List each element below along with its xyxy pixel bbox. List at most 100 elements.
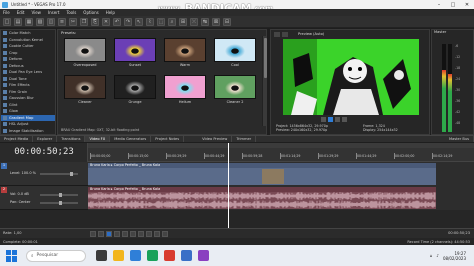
taskbar-clock[interactable]: 19:27 08/02/2023 xyxy=(443,251,466,261)
menu-view[interactable]: View xyxy=(31,10,41,15)
timeline-ruler[interactable]: 00:00:00;00 00:00:15;00 00:00:29;29 00:00:4… xyxy=(88,143,474,162)
menu-options[interactable]: Options xyxy=(83,10,98,15)
lock-envelopes-icon[interactable]: ⊠ xyxy=(212,17,220,26)
normal-edit-tool-icon[interactable]: ↖ xyxy=(135,17,143,26)
ripple-edit-icon[interactable]: ↹ xyxy=(201,17,209,26)
preview-pause-button[interactable] xyxy=(335,117,340,122)
paste-icon[interactable]: ⎘ xyxy=(91,17,99,26)
taskbar-search-input[interactable]: ⌕ Pesquisar xyxy=(26,249,86,262)
save-icon[interactable]: ▦ xyxy=(25,17,33,26)
preset-eye-preview xyxy=(214,38,256,62)
selection-tool-icon[interactable]: ⬚ xyxy=(157,17,165,26)
dock-tab[interactable]: Media Generators xyxy=(110,136,152,142)
preset-thumbnail[interactable]: Helium xyxy=(164,75,206,106)
menu-file[interactable]: File xyxy=(3,10,10,15)
minimize-button[interactable]: – xyxy=(432,2,446,8)
file-explorer-icon[interactable] xyxy=(113,250,124,261)
dock-tab[interactable]: Trimmer xyxy=(232,136,257,142)
track-number-1: 1 xyxy=(1,163,7,169)
menu-tools[interactable]: Tools xyxy=(66,10,76,15)
delete-icon[interactable]: ✕ xyxy=(102,17,110,26)
preset-thumbnail[interactable]: Grunge xyxy=(114,75,156,106)
close-button[interactable]: ✕ xyxy=(460,2,474,8)
open-icon[interactable]: ▤ xyxy=(14,17,22,26)
preset-thumbnail[interactable]: Warm xyxy=(164,38,206,69)
save-as-icon[interactable]: ▧ xyxy=(36,17,44,26)
ignore-grouping-icon[interactable]: ⊟ xyxy=(223,17,231,26)
preset-thumbnail[interactable]: Cleaner 2 xyxy=(214,75,256,106)
new-icon[interactable]: □ xyxy=(3,17,11,26)
audio-clip[interactable]: Bruna Karla ▸ Corpo Perfeito _ Bruna Kal… xyxy=(88,187,436,209)
playhead-cursor[interactable] xyxy=(228,143,229,228)
audio-track-lane[interactable]: Bruna Karla ▸ Corpo Perfeito _ Bruna Kal… xyxy=(88,186,474,210)
cut-icon[interactable]: ✂ xyxy=(69,17,77,26)
preview-split-button[interactable] xyxy=(282,31,288,37)
video-clip[interactable]: Bruna Karla ▸ Corpo Perfeito _ Bruna Kal… xyxy=(88,163,436,185)
bandicam-icon[interactable] xyxy=(164,250,175,261)
edge-browser-icon[interactable] xyxy=(130,250,141,261)
video-level-slider[interactable] xyxy=(40,172,78,176)
ruler-label: 00:01:44;29 xyxy=(357,154,377,158)
preset-thumbnail[interactable]: Overexposed xyxy=(64,38,106,69)
dock-tab[interactable]: Transitions xyxy=(57,136,86,142)
dock-tab[interactable]: Video FX xyxy=(85,136,111,142)
menu-insert[interactable]: Insert xyxy=(48,10,59,15)
fx-plugin-icon xyxy=(3,83,7,88)
dock-tab[interactable]: Project Media xyxy=(0,136,34,142)
task-view-icon[interactable] xyxy=(96,250,107,261)
copy-icon[interactable]: ❐ xyxy=(80,17,88,26)
dock-tab[interactable]: Video Preview xyxy=(198,136,233,142)
redo-icon[interactable]: ↷ xyxy=(124,17,132,26)
dock-tab[interactable]: Explorer xyxy=(33,136,58,142)
auto-crossfade-icon[interactable]: ⤫ xyxy=(190,17,198,26)
audio-volume-slider[interactable] xyxy=(40,193,78,197)
timeline-empty-area[interactable] xyxy=(0,210,474,228)
preview-play-button[interactable] xyxy=(328,117,333,122)
preview-stop-button[interactable] xyxy=(342,117,347,122)
presets-scrollbar[interactable] xyxy=(262,36,267,126)
record-button[interactable] xyxy=(90,230,96,237)
preset-thumbnail[interactable]: Cool xyxy=(214,38,256,69)
stop-button[interactable] xyxy=(130,230,136,237)
preview-settings-button[interactable] xyxy=(274,31,280,37)
fx-list-item[interactable]: Image Stabilisation xyxy=(1,128,55,135)
go-to-end-button[interactable] xyxy=(146,230,152,237)
app-icon[interactable] xyxy=(198,250,209,261)
properties-icon[interactable]: ≡ xyxy=(58,17,66,26)
prev-frame-button[interactable] xyxy=(154,230,160,237)
docking-tabs: Project Media Explorer Transitions Video FX… xyxy=(0,135,474,142)
chrome-browser-icon[interactable] xyxy=(147,250,158,261)
volume-icon[interactable]: ♪ xyxy=(436,253,439,258)
maximize-button[interactable]: □ xyxy=(446,2,460,8)
menu-edit[interactable]: Edit xyxy=(17,10,25,15)
zoom-tool-icon[interactable]: ⌕ xyxy=(168,17,176,26)
play-from-start-button[interactable] xyxy=(106,230,112,237)
audio-pan-slider[interactable] xyxy=(40,201,78,205)
envelope-tool-icon[interactable]: ⌇ xyxy=(146,17,154,26)
network-icon[interactable]: ⌂ xyxy=(430,253,433,258)
preview-loop-button[interactable] xyxy=(321,117,326,122)
render-icon[interactable]: ◫ xyxy=(47,17,55,26)
play-button[interactable] xyxy=(114,230,120,237)
taskbar-apps xyxy=(96,250,209,261)
presets-scroll-thumb[interactable] xyxy=(264,38,267,78)
menu-help[interactable]: Help xyxy=(106,10,115,15)
preset-thumbnail[interactable]: Sunset xyxy=(114,38,156,69)
windows-start-icon[interactable] xyxy=(6,249,18,262)
preview-quality-label[interactable]: Preview (Auto) xyxy=(298,32,324,36)
fx-plugin-icon xyxy=(3,115,7,120)
marker-bar[interactable] xyxy=(88,143,474,148)
preset-thumbnail[interactable]: Cleaner xyxy=(64,75,106,106)
next-frame-button[interactable] xyxy=(162,230,168,237)
go-to-start-button[interactable] xyxy=(138,230,144,237)
meter-scale: -6 -12 -18 -24 -30 -36 -42 -48 xyxy=(455,44,473,132)
dock-tab[interactable]: Project Notes xyxy=(151,136,185,142)
snapping-icon[interactable]: ⊞ xyxy=(179,17,187,26)
loop-button[interactable] xyxy=(98,230,104,237)
master-bus-tab[interactable]: Master Bus xyxy=(445,136,474,142)
video-track-lane[interactable]: Bruna Karla ▸ Corpo Perfeito _ Bruna Kal… xyxy=(88,162,474,186)
ruler-label: 00:01:14;29 xyxy=(281,154,301,158)
pause-button[interactable] xyxy=(122,230,128,237)
undo-icon[interactable]: ↶ xyxy=(113,17,121,26)
vegas-pro-icon[interactable] xyxy=(181,250,192,261)
